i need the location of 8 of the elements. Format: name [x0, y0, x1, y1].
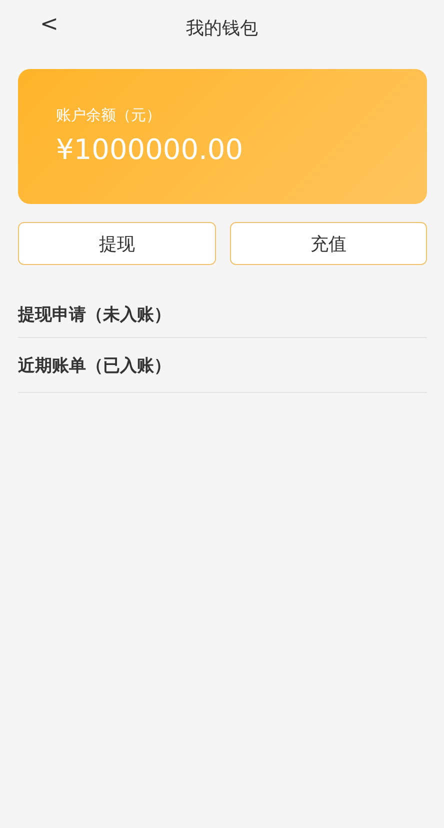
- recharge-button[interactable]: 充值: [230, 222, 427, 265]
- balance-label: 账户余额（元）: [56, 106, 161, 125]
- withdraw-button[interactable]: 提现: [18, 222, 216, 265]
- page-title: 我的钱包: [186, 16, 258, 40]
- back-button[interactable]: <: [36, 12, 62, 37]
- section-title: 近期账单（已入账）: [18, 354, 171, 376]
- section-title: 提现申请（未入账）: [18, 304, 171, 326]
- balance-amount: ¥1000000.00: [56, 133, 244, 166]
